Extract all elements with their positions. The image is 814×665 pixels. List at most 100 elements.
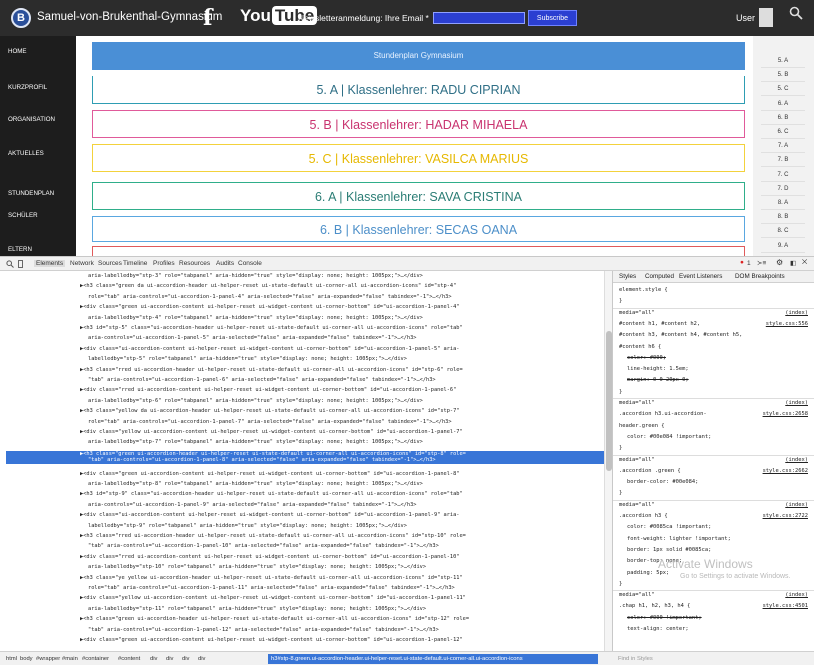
dom-tree-line[interactable]: aria-labelledby="stp-6" role="tabpanel" … bbox=[88, 398, 610, 404]
style-source-link[interactable]: (index) bbox=[785, 502, 808, 508]
class-link-10[interactable]: 8. A bbox=[761, 197, 805, 210]
dom-tree-line[interactable]: role="tab" aria-controls="ui-accordion-1… bbox=[88, 419, 610, 425]
devtools-tab-7[interactable]: Console bbox=[238, 260, 262, 267]
style-source-link[interactable]: style.css:2662 bbox=[763, 468, 808, 474]
style-rule-line[interactable]: } bbox=[619, 298, 622, 304]
dom-tree-line[interactable]: ▶<div class="green ui-accordion-content … bbox=[80, 637, 604, 643]
style-rule-line[interactable]: } bbox=[619, 389, 622, 395]
styles-tab-2[interactable]: Event Listeners bbox=[679, 273, 722, 280]
style-rule-line[interactable]: color: #000; bbox=[627, 355, 666, 361]
dom-tree-line[interactable]: "tab" aria-controls="ui-accordion-1-pane… bbox=[88, 377, 610, 383]
dom-tree-scrollbar[interactable] bbox=[604, 271, 612, 651]
dom-tree-line[interactable]: aria-labelledby="stp-3" role="tabpanel" … bbox=[88, 273, 610, 279]
style-rule-line[interactable]: .accordion .green { bbox=[619, 468, 681, 474]
dom-tree-line[interactable]: "tab" aria-controls="ui-accordion-1-pane… bbox=[88, 543, 610, 549]
dom-tree-line[interactable]: ▶<h3 class="green ui-accordion-header ui… bbox=[80, 616, 604, 622]
style-rule-line[interactable]: #content h1, #content h2, bbox=[619, 321, 700, 327]
dom-tree-line[interactable]: role="tab" aria-controls="ui-accordion-1… bbox=[88, 585, 610, 591]
dom-tree-line[interactable]: ▶<h3 class="rred ui-accordion-header ui-… bbox=[80, 367, 604, 373]
sidebar-item-4[interactable]: STUNDENPLAN bbox=[8, 190, 54, 197]
dom-tree-line[interactable]: aria-labelledby="stp-8" role="tabpanel" … bbox=[88, 481, 610, 487]
dom-tree-line[interactable]: ▶<div class="yellow ui-accordion-content… bbox=[80, 595, 604, 601]
sidebar-item-3[interactable]: AKTUELLES bbox=[8, 150, 44, 157]
dom-tree-line[interactable]: role="tab" aria-controls="ui-accordion-1… bbox=[88, 294, 610, 300]
breadcrumb-item[interactable]: #main bbox=[62, 656, 78, 662]
style-rule-line[interactable]: } bbox=[619, 445, 622, 451]
style-source-link[interactable]: style.css:4501 bbox=[763, 603, 808, 609]
style-rule-line[interactable]: element.style { bbox=[619, 287, 668, 293]
class-link-1[interactable]: 5. B bbox=[761, 69, 805, 83]
error-count-icon[interactable]: ● bbox=[740, 259, 744, 266]
dom-tree-line[interactable]: ▶<div class="green ui-accordion-content … bbox=[80, 471, 604, 477]
style-rule-line[interactable]: color: #000 !important; bbox=[627, 615, 702, 621]
breadcrumb-item[interactable]: #container bbox=[82, 656, 109, 662]
style-rule-line[interactable]: media="all" bbox=[619, 310, 655, 316]
style-source-link[interactable]: (index) bbox=[785, 592, 808, 598]
facebook-icon[interactable]: f bbox=[203, 5, 212, 31]
style-rule-line[interactable]: header.green { bbox=[619, 423, 664, 429]
dom-tree-line[interactable]: aria-labelledby="stp-7" role="tabpanel" … bbox=[88, 439, 610, 445]
style-rule-line[interactable]: color: #00e084 !important; bbox=[627, 434, 711, 440]
dom-tree-line[interactable]: ▶<div class="green ui-accordion-content … bbox=[80, 304, 604, 310]
dom-tree-line[interactable]: ▶<h3 class="green da ui-accordion-header… bbox=[80, 283, 604, 289]
devtools-tab-1[interactable]: Network bbox=[70, 260, 94, 267]
dom-tree-line[interactable]: aria-labelledby="stp-4" role="tabpanel" … bbox=[88, 315, 610, 321]
styles-tab-1[interactable]: Computed bbox=[645, 273, 674, 280]
find-in-styles[interactable]: Find in Styles bbox=[618, 656, 653, 662]
style-rule-line[interactable]: border-color: #00e084; bbox=[627, 479, 698, 485]
devtools-tab-2[interactable]: Sources bbox=[98, 260, 122, 267]
school-name-link[interactable]: Samuel-von-Brukenthal-Gymnasium bbox=[37, 11, 222, 23]
style-rule-line[interactable]: border: 1px solid #0085ca; bbox=[627, 547, 711, 553]
devtools-tab-3[interactable]: Timeline bbox=[123, 260, 147, 267]
devtools-tab-4[interactable]: Profiles bbox=[153, 260, 175, 267]
devtools-tab-0[interactable]: Elements bbox=[34, 260, 66, 267]
sidebar-item-6[interactable]: ELTERN bbox=[8, 246, 32, 253]
dom-tree-line[interactable]: "tab" aria-controls="ui-accordion-1-pane… bbox=[88, 457, 610, 463]
close-icon[interactable]: ⨉ bbox=[802, 259, 807, 267]
class-link-4[interactable]: 6. B bbox=[761, 112, 805, 125]
class-link-6[interactable]: 7. A bbox=[761, 140, 805, 154]
style-rule-line[interactable]: .chap h1, h2, h3, h4 { bbox=[619, 603, 690, 609]
accordion-panel-0[interactable]: 5. A | Klassenlehrer: RADU CIPRIAN bbox=[92, 76, 745, 104]
style-rule-line[interactable]: media="all" bbox=[619, 502, 655, 508]
styles-tab-0[interactable]: Styles bbox=[619, 273, 636, 280]
style-rule-line[interactable]: } bbox=[619, 581, 622, 587]
breadcrumb-item[interactable]: html bbox=[6, 656, 17, 662]
accordion-panel-4[interactable]: 6. B | Klassenlehrer: SECAS OANA bbox=[92, 216, 745, 242]
style-rule-line[interactable]: line-height: 1.5em; bbox=[627, 366, 689, 372]
sidebar-item-0[interactable]: HOME bbox=[8, 48, 27, 55]
breadcrumb-item[interactable]: div bbox=[182, 656, 189, 662]
dom-tree-line[interactable]: ▶<h3 class="green ui-accordion-header ui… bbox=[80, 451, 604, 457]
devtools-tab-5[interactable]: Resources bbox=[179, 260, 210, 267]
search-element-icon[interactable] bbox=[6, 260, 14, 268]
dom-tree-line[interactable]: aria-labelledby="stp-10" role="tabpanel"… bbox=[88, 564, 610, 570]
accordion-panel-3[interactable]: 6. A | Klassenlehrer: SAVA CRISTINA bbox=[92, 182, 745, 210]
dom-tree-line[interactable]: ▶<div class="yellow ui-accordion-content… bbox=[80, 429, 604, 435]
style-rule-line[interactable]: .accordion h3 { bbox=[619, 513, 668, 519]
class-link-5[interactable]: 6. C bbox=[761, 126, 805, 139]
accordion-panel-1[interactable]: 5. B | Klassenlehrer: HADAR MIHAELA bbox=[92, 110, 745, 138]
style-rule-line[interactable]: #content h6 { bbox=[619, 344, 661, 350]
breadcrumb-item[interactable]: div bbox=[150, 656, 157, 662]
sidebar-item-5[interactable]: SCHÜLER bbox=[8, 212, 38, 219]
settings-gear-icon[interactable]: ⚙ bbox=[776, 258, 783, 267]
style-rule-line[interactable]: margin: 0 0 20px 0; bbox=[627, 377, 689, 383]
devtools-tab-6[interactable]: Audits bbox=[216, 260, 234, 267]
style-rule-line[interactable]: color: #0085ca !important; bbox=[627, 524, 711, 530]
device-mode-icon[interactable] bbox=[18, 260, 23, 268]
dom-tree-line[interactable]: labelledby="stp-9" role="tabpanel" aria-… bbox=[88, 523, 610, 529]
style-rule-line[interactable]: media="all" bbox=[619, 592, 655, 598]
class-link-3[interactable]: 6. A bbox=[761, 98, 805, 111]
dom-tree-line[interactable]: ▶<h3 class="yellow da ui-accordion-heade… bbox=[80, 408, 604, 414]
dom-tree-line[interactable]: aria-controls="ui-accordion-1-panel-9" a… bbox=[88, 502, 610, 508]
style-source-link[interactable]: (index) bbox=[785, 400, 808, 406]
accordion-panel-5[interactable]: 6. C | Klassenlehrer: NISA CHENIOL GERHA… bbox=[92, 246, 745, 256]
dom-tree-line[interactable]: ▶<div class="ui-accordion-content ui-hel… bbox=[80, 512, 604, 518]
style-rule-line[interactable]: text-align: center; bbox=[627, 626, 689, 632]
dom-tree-line[interactable]: labelledby="stp-5" role="tabpanel" aria-… bbox=[88, 356, 610, 362]
sidebar-item-2[interactable]: ORGANISATION bbox=[8, 116, 55, 123]
dom-tree-line[interactable]: ▶<h3 id="stp-9" class="ui-accordion-head… bbox=[80, 491, 604, 497]
breadcrumb-item[interactable]: div bbox=[198, 656, 205, 662]
dom-tree-line[interactable]: ▶<h3 class="rred ui-accordion-header ui-… bbox=[80, 533, 604, 539]
sidebar-item-1[interactable]: KURZPROFIL bbox=[8, 84, 47, 91]
